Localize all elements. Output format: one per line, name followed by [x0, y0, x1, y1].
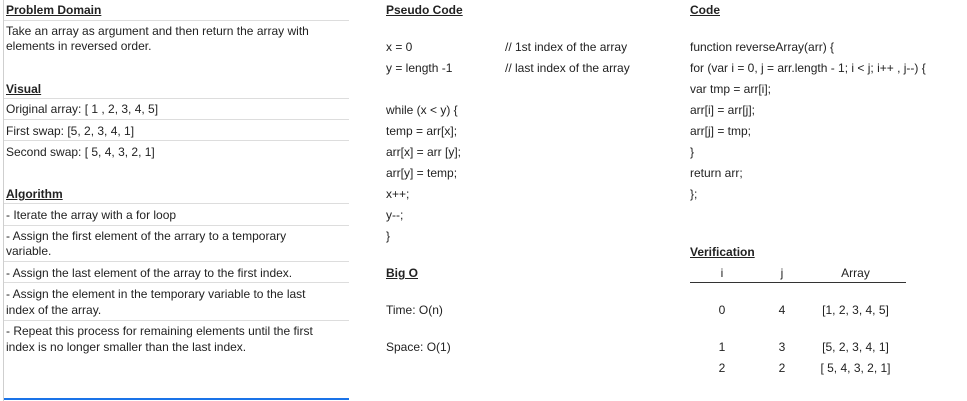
cell-divider — [4, 20, 349, 21]
algorithm-step-4-line-1: - Assign the element in the temporary va… — [6, 287, 306, 301]
verification-cell: [5, 2, 3, 4, 1] — [822, 340, 889, 354]
verification-cell: 0 — [718, 303, 726, 317]
big-o-time: Time: O(n) — [386, 303, 443, 317]
code-line: arr[i] = arr[j]; — [690, 103, 756, 117]
pseudo-line: x++; — [386, 187, 410, 201]
cell-divider — [4, 140, 349, 141]
pseudo-line: arr[x] = arr [y]; — [386, 145, 462, 159]
algorithm-step-2-line-1: - Assign the first element of the arrary… — [6, 229, 287, 243]
verification-cell: 2 — [778, 361, 786, 375]
verification-cell: 2 — [718, 361, 726, 375]
visual-heading: Visual — [6, 82, 42, 96]
algorithm-step-2-line-2: variable. — [6, 244, 52, 258]
code-line: function reverseArray(arr) { — [690, 40, 835, 54]
visual-first-swap: First swap: [5, 2, 3, 4, 1] — [6, 124, 135, 138]
verification-cell: [ 5, 4, 3, 2, 1] — [820, 361, 891, 375]
algorithm-step-1: - Iterate the array with a for loop — [6, 208, 177, 222]
pseudo-code-heading: Pseudo Code — [386, 3, 463, 17]
cell-divider — [4, 225, 349, 226]
algorithm-step-4-line-2: index of the array. — [6, 303, 102, 317]
visual-original-array: Original array: [ 1 , 2, 3, 4, 5] — [6, 102, 159, 116]
pseudo-line: while (x < y) { — [386, 103, 458, 117]
verification-cell: 3 — [778, 340, 786, 354]
verification-cell: [1, 2, 3, 4, 5] — [822, 303, 889, 317]
visual-second-swap: Second swap: [ 5, 4, 3, 2, 1] — [6, 145, 155, 159]
big-o-heading: Big O — [386, 266, 418, 280]
verification-cell: 1 — [718, 340, 726, 354]
sheet-gridline — [3, 0, 4, 401]
problem-text-line-2: elements in reversed order. — [6, 39, 152, 53]
problem-domain-heading: Problem Domain — [6, 3, 102, 17]
pseudo-line: } — [386, 229, 391, 243]
problem-text-line-1: Take an array as argument and then retur… — [6, 24, 309, 38]
code-line: } — [690, 145, 695, 159]
cell-divider — [4, 119, 349, 120]
selected-cell-border — [4, 398, 349, 400]
code-line: return arr; — [690, 166, 743, 180]
cell-divider — [4, 203, 349, 204]
verification-header-rule — [690, 282, 906, 283]
code-line: var tmp = arr[i]; — [690, 82, 772, 96]
verification-col-i: i — [720, 266, 724, 280]
pseudo-comment: // 1st index of the array — [505, 40, 628, 54]
verification-col-j: j — [780, 266, 784, 280]
pseudo-line: arr[y] = temp; — [386, 166, 458, 180]
cell-divider — [4, 320, 349, 321]
code-line: }; — [690, 187, 698, 201]
algorithm-step-5-line-1: - Repeat this process for remaining elem… — [6, 324, 313, 338]
code-heading: Code — [690, 3, 720, 17]
pseudo-line: x = 0 — [386, 40, 413, 54]
pseudo-line: y--; — [386, 208, 404, 222]
code-line: arr[j] = tmp; — [690, 124, 752, 138]
cell-divider — [4, 282, 349, 283]
algorithm-heading: Algorithm — [6, 187, 63, 201]
pseudo-line: y = length -1 — [386, 61, 453, 75]
algorithm-step-3: - Assign the last element of the array t… — [6, 266, 293, 280]
code-line: for (var i = 0, j = arr.length - 1; i < … — [690, 61, 926, 75]
cell-divider — [4, 261, 349, 262]
algorithm-step-5-line-2: index is no longer smaller than the last… — [6, 340, 247, 354]
verification-cell: 4 — [778, 303, 786, 317]
big-o-space: Space: O(1) — [386, 340, 451, 354]
pseudo-line: temp = arr[x]; — [386, 124, 458, 138]
verification-heading: Verification — [690, 245, 755, 259]
cell-divider — [4, 98, 349, 99]
pseudo-comment: // last index of the array — [505, 61, 630, 75]
verification-col-array: Array — [841, 266, 870, 280]
